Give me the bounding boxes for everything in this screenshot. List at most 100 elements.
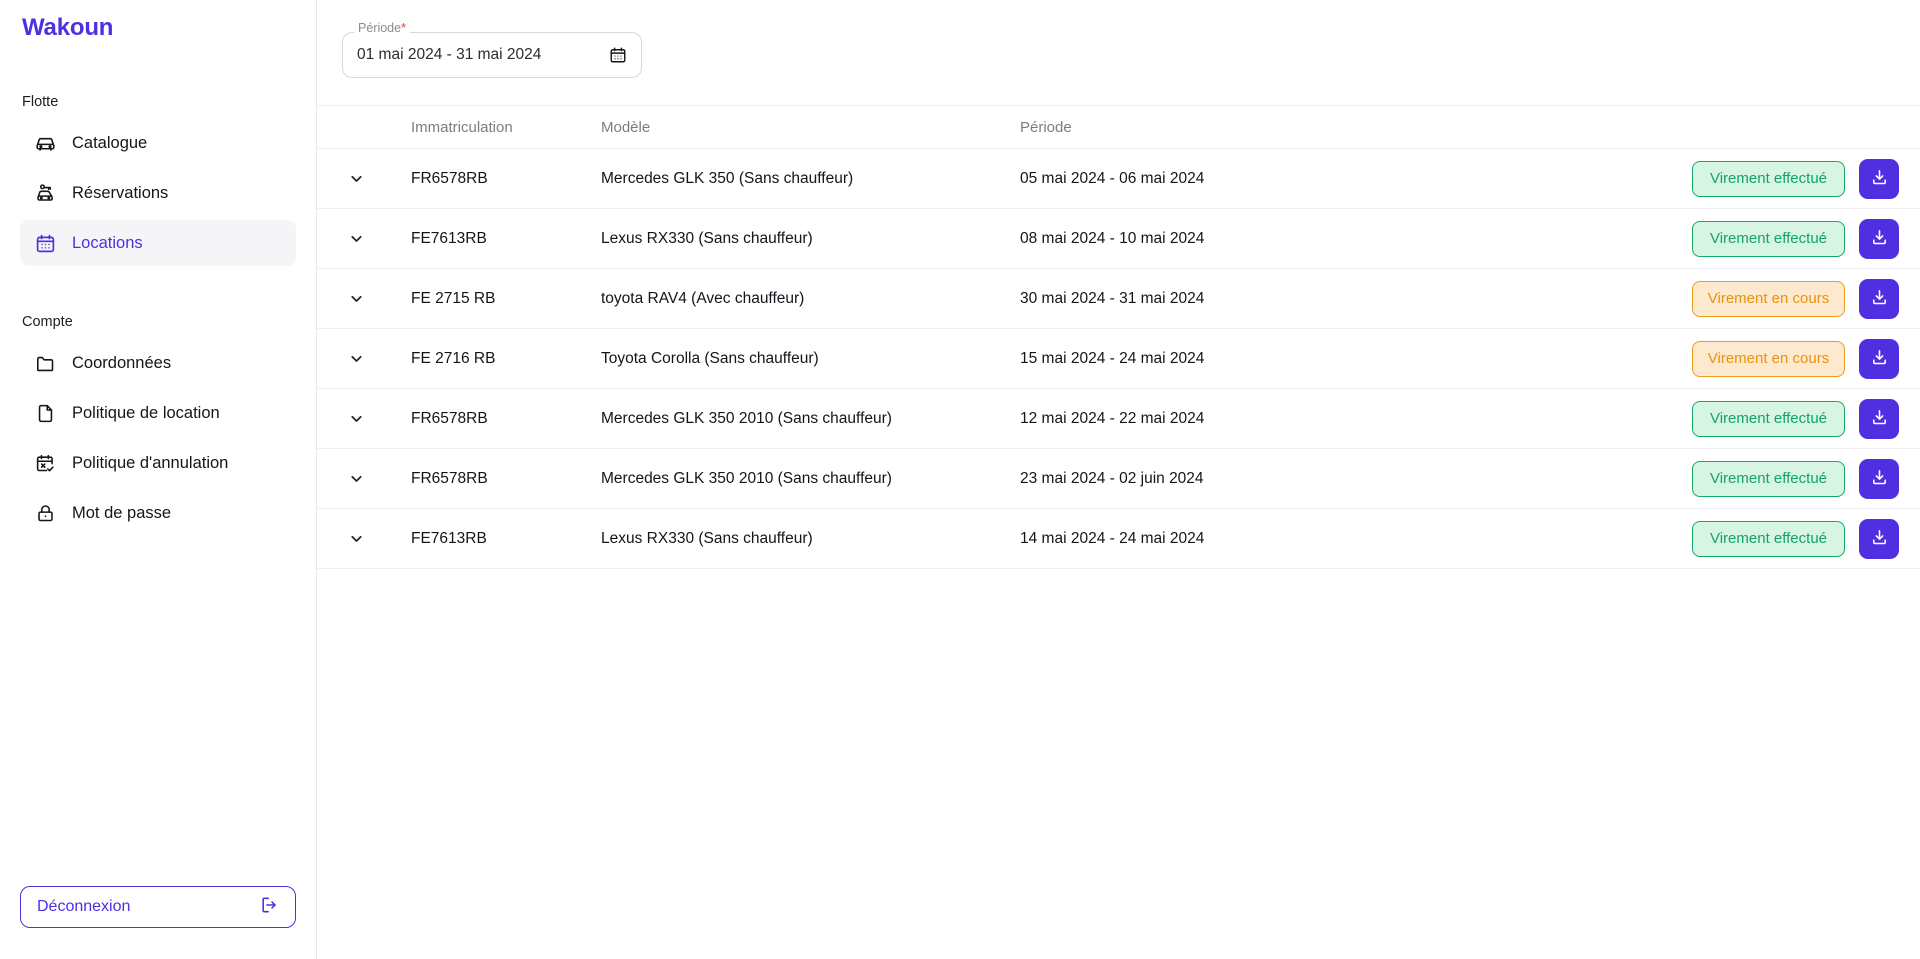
table-row[interactable]: FR6578RB Mercedes GLK 350 2010 (Sans cha…: [317, 449, 1920, 509]
download-button[interactable]: [1859, 338, 1899, 379]
cell-modele: Lexus RX330 (Sans chauffeur): [601, 529, 813, 547]
required-asterisk: *: [401, 21, 406, 35]
download-button[interactable]: [1859, 458, 1899, 499]
table-row[interactable]: FE7613RB Lexus RX330 (Sans chauffeur) 14…: [317, 509, 1920, 569]
sidebar-item-label: Catalogue: [72, 133, 148, 152]
cell-actions: Virement effectué: [1405, 158, 1920, 199]
row-expand-cell: [342, 525, 411, 553]
download-icon: [1870, 528, 1889, 550]
cell-periode: 30 mai 2024 - 31 mai 2024: [1020, 289, 1205, 307]
chevron-down-icon[interactable]: [342, 285, 370, 313]
calendar-x-icon: [34, 452, 56, 474]
cell-periode: 08 mai 2024 - 10 mai 2024: [1020, 229, 1205, 247]
sidebar-item-label: Politique d'annulation: [72, 453, 229, 472]
chevron-down-icon[interactable]: [342, 345, 370, 373]
status-badge[interactable]: Virement effectué: [1692, 160, 1845, 197]
table-row[interactable]: FE7613RB Lexus RX330 (Sans chauffeur) 08…: [317, 209, 1920, 269]
cell-periode: 12 mai 2024 - 22 mai 2024: [1020, 409, 1205, 427]
lock-icon: [34, 502, 56, 524]
chevron-down-icon[interactable]: [342, 465, 370, 493]
sidebar-item-catalogue[interactable]: Catalogue: [20, 120, 296, 166]
table-empty-area: [317, 569, 1920, 959]
sidebar-item-coordonnees[interactable]: Coordonnées: [20, 340, 296, 386]
cell-modele: Lexus RX330 (Sans chauffeur): [601, 229, 813, 247]
sidebar-item-mot-de-passe[interactable]: Mot de passe: [20, 490, 296, 536]
download-icon: [1870, 408, 1889, 430]
period-label-text: Période: [358, 21, 402, 35]
folder-icon: [34, 352, 56, 374]
download-icon: [1870, 228, 1889, 250]
cell-actions: Virement en cours: [1405, 278, 1920, 319]
table-row[interactable]: FR6578RB Mercedes GLK 350 (Sans chauffeu…: [317, 149, 1920, 209]
period-field-label: Période*: [354, 21, 410, 35]
download-icon: [1870, 288, 1889, 310]
table-row[interactable]: FE 2715 RB toyota RAV4 (Avec chauffeur) …: [317, 269, 1920, 329]
sidebar-nav: Flotte Catalogue Réservations Locations …: [0, 94, 316, 540]
status-badge[interactable]: Virement effectué: [1692, 220, 1845, 257]
cell-immatriculation: FE 2716 RB: [411, 349, 496, 367]
cell-periode: 14 mai 2024 - 24 mai 2024: [1020, 529, 1205, 547]
download-icon: [1870, 468, 1889, 490]
status-badge[interactable]: Virement en cours: [1692, 340, 1845, 377]
calendar-icon[interactable]: [609, 46, 627, 64]
download-icon: [1870, 168, 1889, 190]
file-icon: [34, 402, 56, 424]
chevron-down-icon[interactable]: [342, 165, 370, 193]
cell-modele: Mercedes GLK 350 (Sans chauffeur): [601, 169, 854, 187]
chevron-down-icon[interactable]: [342, 405, 370, 433]
download-button[interactable]: [1859, 398, 1899, 439]
chevron-down-icon[interactable]: [342, 225, 370, 253]
filters-toolbar: Période* 01 mai 2024 - 31 mai 2024: [317, 0, 1920, 105]
cell-periode: 23 mai 2024 - 02 juin 2024: [1020, 469, 1204, 487]
app-root: Wakoun Flotte Catalogue Réservations Loc…: [0, 0, 1920, 959]
period-filter-field: Période* 01 mai 2024 - 31 mai 2024: [342, 8, 642, 78]
car-icon: [34, 132, 56, 154]
row-expand-cell: [342, 165, 411, 193]
sidebar-item-reservations[interactable]: Réservations: [20, 170, 296, 216]
download-button[interactable]: [1859, 158, 1899, 199]
table-body: FR6578RB Mercedes GLK 350 (Sans chauffeu…: [317, 149, 1920, 569]
cell-modele: toyota RAV4 (Avec chauffeur): [601, 289, 805, 307]
sidebar-item-politique-de-location[interactable]: Politique de location: [20, 390, 296, 436]
cell-modele: Mercedes GLK 350 2010 (Sans chauffeur): [601, 409, 892, 427]
logout-button[interactable]: Déconnexion: [20, 886, 296, 928]
table-row[interactable]: FE 2716 RB Toyota Corolla (Sans chauffeu…: [317, 329, 1920, 389]
status-badge[interactable]: Virement effectué: [1692, 400, 1845, 437]
sidebar-section-label-compte: Compte: [22, 314, 73, 330]
cell-actions: Virement en cours: [1405, 338, 1920, 379]
cell-actions: Virement effectué: [1405, 518, 1920, 559]
cell-immatriculation: FR6578RB: [411, 169, 488, 187]
logout-icon: [259, 895, 279, 920]
sidebar-item-label: Coordonnées: [72, 353, 172, 372]
cell-modele: Mercedes GLK 350 2010 (Sans chauffeur): [601, 469, 892, 487]
status-badge[interactable]: Virement en cours: [1692, 280, 1845, 317]
cell-actions: Virement effectué: [1405, 458, 1920, 499]
sidebar-item-label: Locations: [72, 233, 143, 252]
download-button[interactable]: [1859, 278, 1899, 319]
period-date-input[interactable]: 01 mai 2024 - 31 mai 2024: [342, 32, 642, 78]
sidebar: Wakoun Flotte Catalogue Réservations Loc…: [0, 0, 317, 959]
sidebar-item-politique-dannulation[interactable]: Politique d'annulation: [20, 440, 296, 486]
sidebar-item-locations[interactable]: Locations: [20, 220, 296, 266]
row-expand-cell: [342, 465, 411, 493]
status-badge[interactable]: Virement effectué: [1692, 520, 1845, 557]
table-header-modele: Modèle: [601, 118, 651, 136]
sidebar-item-label: Politique de location: [72, 403, 220, 422]
cell-immatriculation: FR6578RB: [411, 409, 488, 427]
row-expand-cell: [342, 285, 411, 313]
download-button[interactable]: [1859, 218, 1899, 259]
calendar-icon: [34, 232, 56, 254]
logout-label: Déconnexion: [37, 898, 131, 915]
cell-immatriculation: FR6578RB: [411, 469, 488, 487]
chevron-down-icon[interactable]: [342, 525, 370, 553]
table-header-row: Immatriculation Modèle Période: [317, 106, 1920, 149]
cell-immatriculation: FE 2715 RB: [411, 289, 496, 307]
download-button[interactable]: [1859, 518, 1899, 559]
table-header-immatriculation: Immatriculation: [411, 118, 513, 136]
cell-immatriculation: FE7613RB: [411, 229, 487, 247]
row-expand-cell: [342, 405, 411, 433]
logout-container: Déconnexion: [20, 886, 296, 928]
main-content: Période* 01 mai 2024 - 31 mai 2024 Immat…: [317, 0, 1920, 959]
status-badge[interactable]: Virement effectué: [1692, 460, 1845, 497]
table-row[interactable]: FR6578RB Mercedes GLK 350 2010 (Sans cha…: [317, 389, 1920, 449]
